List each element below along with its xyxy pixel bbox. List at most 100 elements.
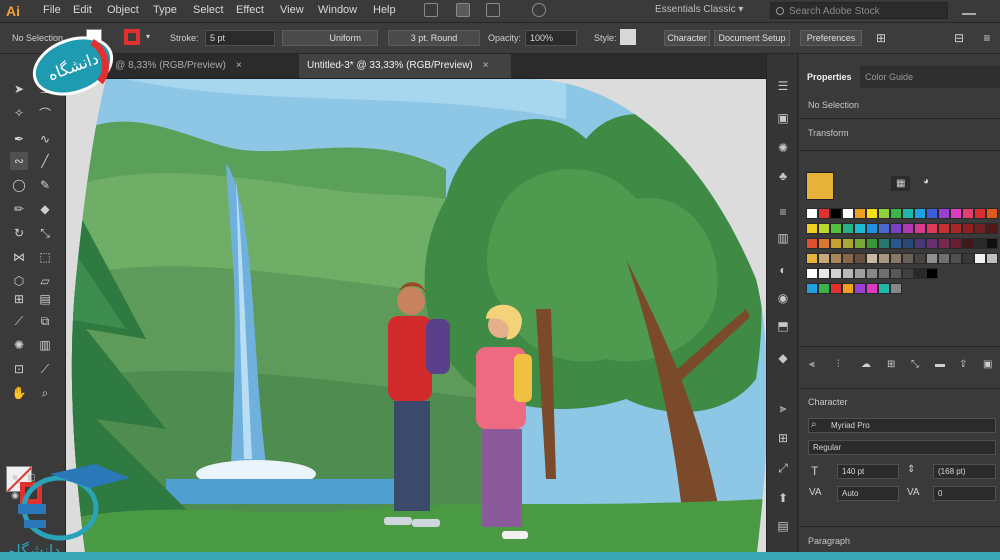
brush-definition[interactable]: 3 pt. Round (388, 30, 480, 46)
color-swatch[interactable] (878, 238, 890, 249)
color-swatch[interactable] (818, 268, 830, 279)
chevron-down-icon[interactable]: ▾ (146, 32, 150, 41)
tab-properties[interactable]: Properties (799, 66, 860, 88)
artboards-icon[interactable]: ⤢ (775, 460, 791, 476)
color-swatch[interactable] (914, 253, 926, 264)
type-icon[interactable]: ∾ (10, 152, 28, 170)
pen-icon[interactable]: ✒ (10, 130, 28, 148)
color-swatch[interactable] (842, 238, 854, 249)
color-swatch[interactable] (818, 208, 830, 219)
color-swatch[interactable] (902, 253, 914, 264)
tab-untitled-3[interactable]: Untitled-3* @ 33,33% (RGB/Preview) × (299, 54, 511, 78)
color-swatch[interactable] (938, 223, 950, 234)
cc-libraries-icon[interactable]: ▣ (775, 110, 791, 126)
rotate-icon[interactable]: ↻ (10, 224, 28, 242)
asset-export-icon[interactable]: ⬆ (775, 490, 791, 506)
color-swatch[interactable] (830, 283, 842, 294)
gpu-performance-icon[interactable] (532, 3, 546, 17)
color-swatch[interactable] (902, 268, 914, 279)
document-setup-button[interactable]: Document Setup (714, 30, 790, 46)
color-swatch[interactable] (842, 223, 854, 234)
color-swatch[interactable] (914, 208, 926, 219)
color-swatch[interactable] (938, 238, 950, 249)
menu-select[interactable]: Select (193, 0, 224, 20)
color-swatch[interactable] (830, 223, 842, 234)
slice-icon[interactable]: ⟋ (36, 360, 54, 378)
character-button[interactable]: Character (664, 30, 710, 46)
color-swatch[interactable] (866, 223, 878, 234)
variable-width-profile[interactable]: Uniform (282, 30, 378, 46)
close-icon[interactable]: × (236, 60, 242, 71)
export-icon[interactable]: ⇪ (959, 359, 967, 370)
color-swatch[interactable] (818, 283, 830, 294)
opacity-field[interactable]: 100% (525, 30, 577, 46)
color-swatch[interactable] (866, 253, 878, 264)
leading-field[interactable]: (168 pt) (933, 464, 996, 479)
cloud-icon[interactable]: ☁ (861, 359, 871, 370)
color-swatch[interactable] (890, 223, 902, 234)
color-swatch[interactable] (926, 268, 938, 279)
color-swatch[interactable] (878, 268, 890, 279)
color-swatch[interactable] (926, 223, 938, 234)
color-swatch[interactable] (878, 253, 890, 264)
workspace-switcher[interactable]: Essentials Classic ▾ (655, 0, 743, 20)
menu-edit[interactable]: Edit (73, 0, 92, 20)
scale-icon[interactable]: ⤡ (36, 224, 54, 242)
color-swatch[interactable] (950, 223, 962, 234)
grid-icon[interactable]: ⊞ (887, 359, 895, 370)
fill-color-swatch[interactable] (806, 172, 834, 200)
lasso-icon[interactable]: ⌒ (36, 104, 54, 122)
color-swatch[interactable] (842, 268, 854, 279)
color-swatch[interactable] (974, 253, 986, 264)
layers-icon[interactable]: ◆ (775, 350, 791, 366)
selection-icon[interactable]: ➤ (10, 80, 28, 98)
width-icon[interactable]: ⋈ (10, 248, 28, 266)
color-swatch[interactable] (818, 238, 830, 249)
color-swatch[interactable] (842, 208, 854, 219)
graphic-styles-icon[interactable]: ⬒ (775, 318, 791, 334)
color-swatch[interactable] (890, 253, 902, 264)
color-swatch[interactable] (914, 238, 926, 249)
kerning-field[interactable]: Auto (837, 486, 899, 501)
close-icon[interactable]: × (483, 60, 489, 71)
free-transform-icon[interactable]: ⬚ (36, 248, 54, 266)
color-swatch[interactable] (974, 208, 986, 219)
brushes-icon[interactable]: ✺ (775, 140, 791, 156)
color-swatch[interactable] (866, 268, 878, 279)
color-swatch[interactable] (902, 238, 914, 249)
color-swatch[interactable] (950, 208, 962, 219)
color-swatch[interactable] (926, 208, 938, 219)
color-swatch[interactable] (926, 253, 938, 264)
color-swatch[interactable] (830, 268, 842, 279)
color-swatch[interactable] (986, 208, 998, 219)
color-swatch[interactable] (902, 208, 914, 219)
move-icon[interactable]: ⤡ (911, 359, 919, 370)
gradient-icon[interactable]: ▤ (36, 290, 54, 308)
folder-icon[interactable]: ▬ (935, 359, 945, 370)
symbols-icon[interactable]: ♣ (775, 168, 791, 184)
color-swatch[interactable] (962, 223, 974, 234)
color-swatch[interactable] (974, 223, 986, 234)
graphic-style-swatch[interactable] (620, 29, 636, 45)
pathfinder-icon[interactable]: ⊞ (775, 430, 791, 446)
menu-file[interactable]: File (43, 0, 61, 20)
panel-menu-icon[interactable]: ≡ (978, 29, 996, 47)
color-swatch[interactable] (854, 238, 866, 249)
eyedropper-icon[interactable]: ⟋ (10, 312, 28, 330)
arrange-documents-icon[interactable] (486, 3, 500, 17)
color-swatch[interactable] (890, 268, 902, 279)
color-swatch[interactable] (878, 208, 890, 219)
color-swatch[interactable] (962, 253, 974, 264)
perspective-icon[interactable]: ▱ (36, 272, 54, 290)
color-swatch[interactable] (818, 223, 830, 234)
mesh-icon[interactable]: ⊞ (10, 290, 28, 308)
color-swatch[interactable] (986, 238, 998, 249)
color-swatch[interactable] (854, 268, 866, 279)
color-swatch[interactable] (950, 238, 962, 249)
tab-color-guide[interactable]: Color Guide (857, 66, 921, 88)
stroke-weight-field[interactable]: 5 pt (205, 30, 275, 46)
color-swatch[interactable] (986, 223, 998, 234)
stroke-swatch[interactable] (124, 29, 140, 45)
color-swatch[interactable] (986, 253, 998, 264)
color-swatch[interactable] (806, 268, 818, 279)
